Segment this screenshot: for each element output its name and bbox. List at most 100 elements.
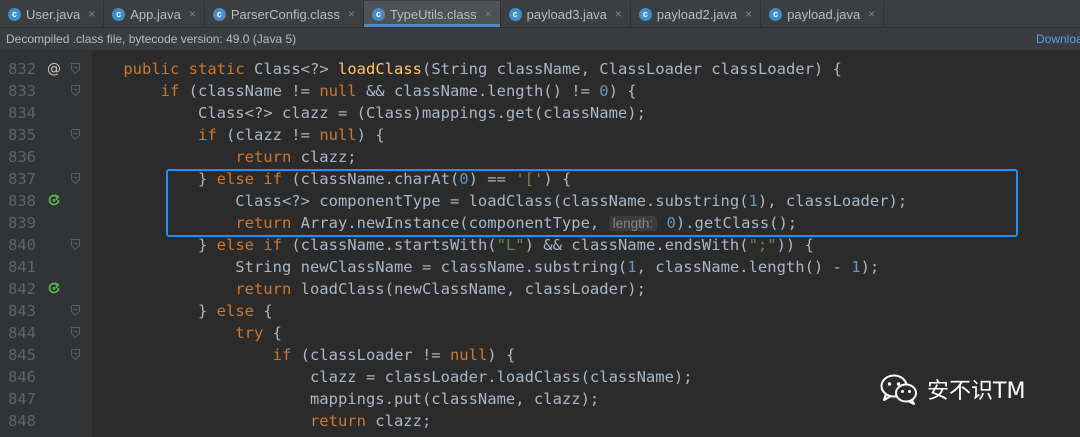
line-number: 834 (8, 104, 36, 122)
code-token: ) { (608, 82, 637, 100)
close-tab-icon[interactable]: × (868, 7, 875, 21)
wechat-icon (880, 374, 917, 405)
code-token: (className != (179, 82, 320, 100)
code-token: null (449, 346, 488, 364)
java-file-icon: c (112, 7, 126, 21)
tab-payload-java[interactable]: c payload.java × (761, 1, 885, 27)
line-number: 837 (8, 170, 36, 188)
code-token: ), classLoader); (757, 192, 908, 210)
code-token: else (216, 302, 254, 320)
code-token: '[' (515, 170, 544, 188)
tab-typeutils-class[interactable]: c TypeUtils.class × (363, 1, 501, 27)
tab-label: TypeUtils.class (389, 6, 477, 22)
java-file-icon: c (8, 7, 21, 21)
close-tab-icon[interactable]: × (745, 7, 752, 21)
close-tab-icon[interactable]: × (615, 7, 622, 21)
fold-marker-icon[interactable] (71, 305, 80, 316)
line-number: 839 (8, 214, 36, 232)
java-file-icon: c (508, 7, 522, 21)
close-tab-icon[interactable]: × (485, 7, 492, 21)
line-number: 841 (8, 258, 36, 276)
fold-marker-icon[interactable] (71, 239, 80, 250)
code-token: (clazz != (216, 126, 320, 144)
line-number: 838 (8, 192, 36, 210)
fold-marker-icon[interactable] (71, 327, 80, 338)
close-tab-icon[interactable]: × (348, 7, 355, 21)
code-token: 0 (599, 82, 609, 100)
code-token: null (319, 126, 357, 144)
fold-marker-icon[interactable] (71, 129, 80, 140)
code-token: return (235, 148, 292, 166)
code-line: 848 return clazz; (0, 410, 1080, 432)
tab-payload3-java[interactable]: c payload3.java × (501, 1, 631, 27)
fold-marker-icon[interactable] (71, 63, 80, 74)
code-line: 842 return loadClass(newClassName, class… (0, 278, 1080, 300)
line-number: 844 (8, 324, 36, 342)
java-file-icon: c (638, 7, 652, 21)
code-line: 844 try { (0, 322, 1080, 344)
tab-label: payload3.java (526, 6, 607, 22)
decompiled-info-bar: Decompiled .class file, bytecode version… (0, 28, 1080, 51)
download-sources-link[interactable]: Downloa (1036, 32, 1080, 46)
decompiled-message: Decompiled .class file, bytecode version… (6, 32, 297, 46)
fold-marker-icon[interactable] (71, 173, 80, 184)
tab-app-java[interactable]: c App.java × (104, 1, 205, 27)
code-text: if (clazz != null) { (86, 124, 385, 146)
code-text: mappings.put(className, clazz); (86, 388, 599, 410)
code-token: else if (216, 236, 282, 254)
fold-marker-icon[interactable] (71, 85, 80, 96)
override-annotation-icon[interactable]: @ (47, 58, 61, 80)
code-token: if (272, 346, 292, 364)
recursive-call-icon[interactable] (48, 194, 60, 206)
tab-parserconfig-class[interactable]: c ParserConfig.class × (205, 1, 364, 27)
line-number: 832 (8, 60, 36, 78)
code-line: 837 } else if (className.charAt(0) == '[… (0, 168, 1080, 190)
close-tab-icon[interactable]: × (88, 7, 95, 21)
code-line: 840 } else if (className.startsWith("L")… (0, 234, 1080, 256)
line-number: 847 (8, 390, 36, 408)
tab-user-java[interactable]: c User.java × (0, 1, 105, 27)
code-token: public (123, 60, 180, 78)
tab-payload2-java[interactable]: c payload2.java × (631, 1, 762, 27)
code-text: return clazz; (86, 146, 356, 168)
code-token: (className.startsWith( (281, 236, 497, 254)
code-text: if (className != null && className.lengt… (86, 80, 637, 102)
code-text: return loadClass(newClassName, classLoad… (86, 278, 646, 300)
code-token: ) { (487, 346, 516, 364)
recursive-call-icon[interactable] (48, 282, 60, 294)
tab-label: payload2.java (656, 6, 738, 22)
code-token: Class<?> (244, 60, 338, 78)
class-file-icon: c (212, 7, 226, 21)
code-token: return (235, 214, 292, 232)
code-token: loadClass (338, 60, 422, 78)
code-line: 836 return clazz; (0, 146, 1080, 168)
code-token: return (235, 280, 292, 298)
code-token: } (86, 236, 217, 254)
code-token: { (253, 302, 273, 320)
code-token: ) { (543, 170, 572, 188)
class-file-icon: c (371, 7, 385, 21)
fold-marker-icon[interactable] (71, 349, 80, 360)
code-text: } else if (className.startsWith("L") && … (86, 234, 814, 256)
code-text: Class<?> componentType = loadClass(class… (86, 190, 907, 212)
line-number: 833 (8, 82, 36, 100)
code-token: { (263, 324, 282, 342)
code-line: 833 if (className != null && className.l… (0, 80, 1080, 102)
tab-label: payload.java (787, 6, 861, 22)
code-token: try (235, 324, 264, 342)
close-tab-icon[interactable]: × (189, 7, 196, 21)
tab-label: User.java (26, 6, 81, 22)
code-token: ";" (748, 236, 777, 254)
code-line: 838 Class<?> componentType = loadClass(c… (0, 190, 1080, 212)
code-token: 1 (851, 258, 861, 276)
code-line: 834 Class<?> clazz = (Class)mappings.get… (0, 102, 1080, 124)
code-token: 0 (459, 170, 469, 188)
code-token: 1 (748, 192, 758, 210)
code-token: "L" (496, 236, 525, 254)
code-line: 832 @ public static Class<?> loadClass(St… (0, 58, 1080, 80)
